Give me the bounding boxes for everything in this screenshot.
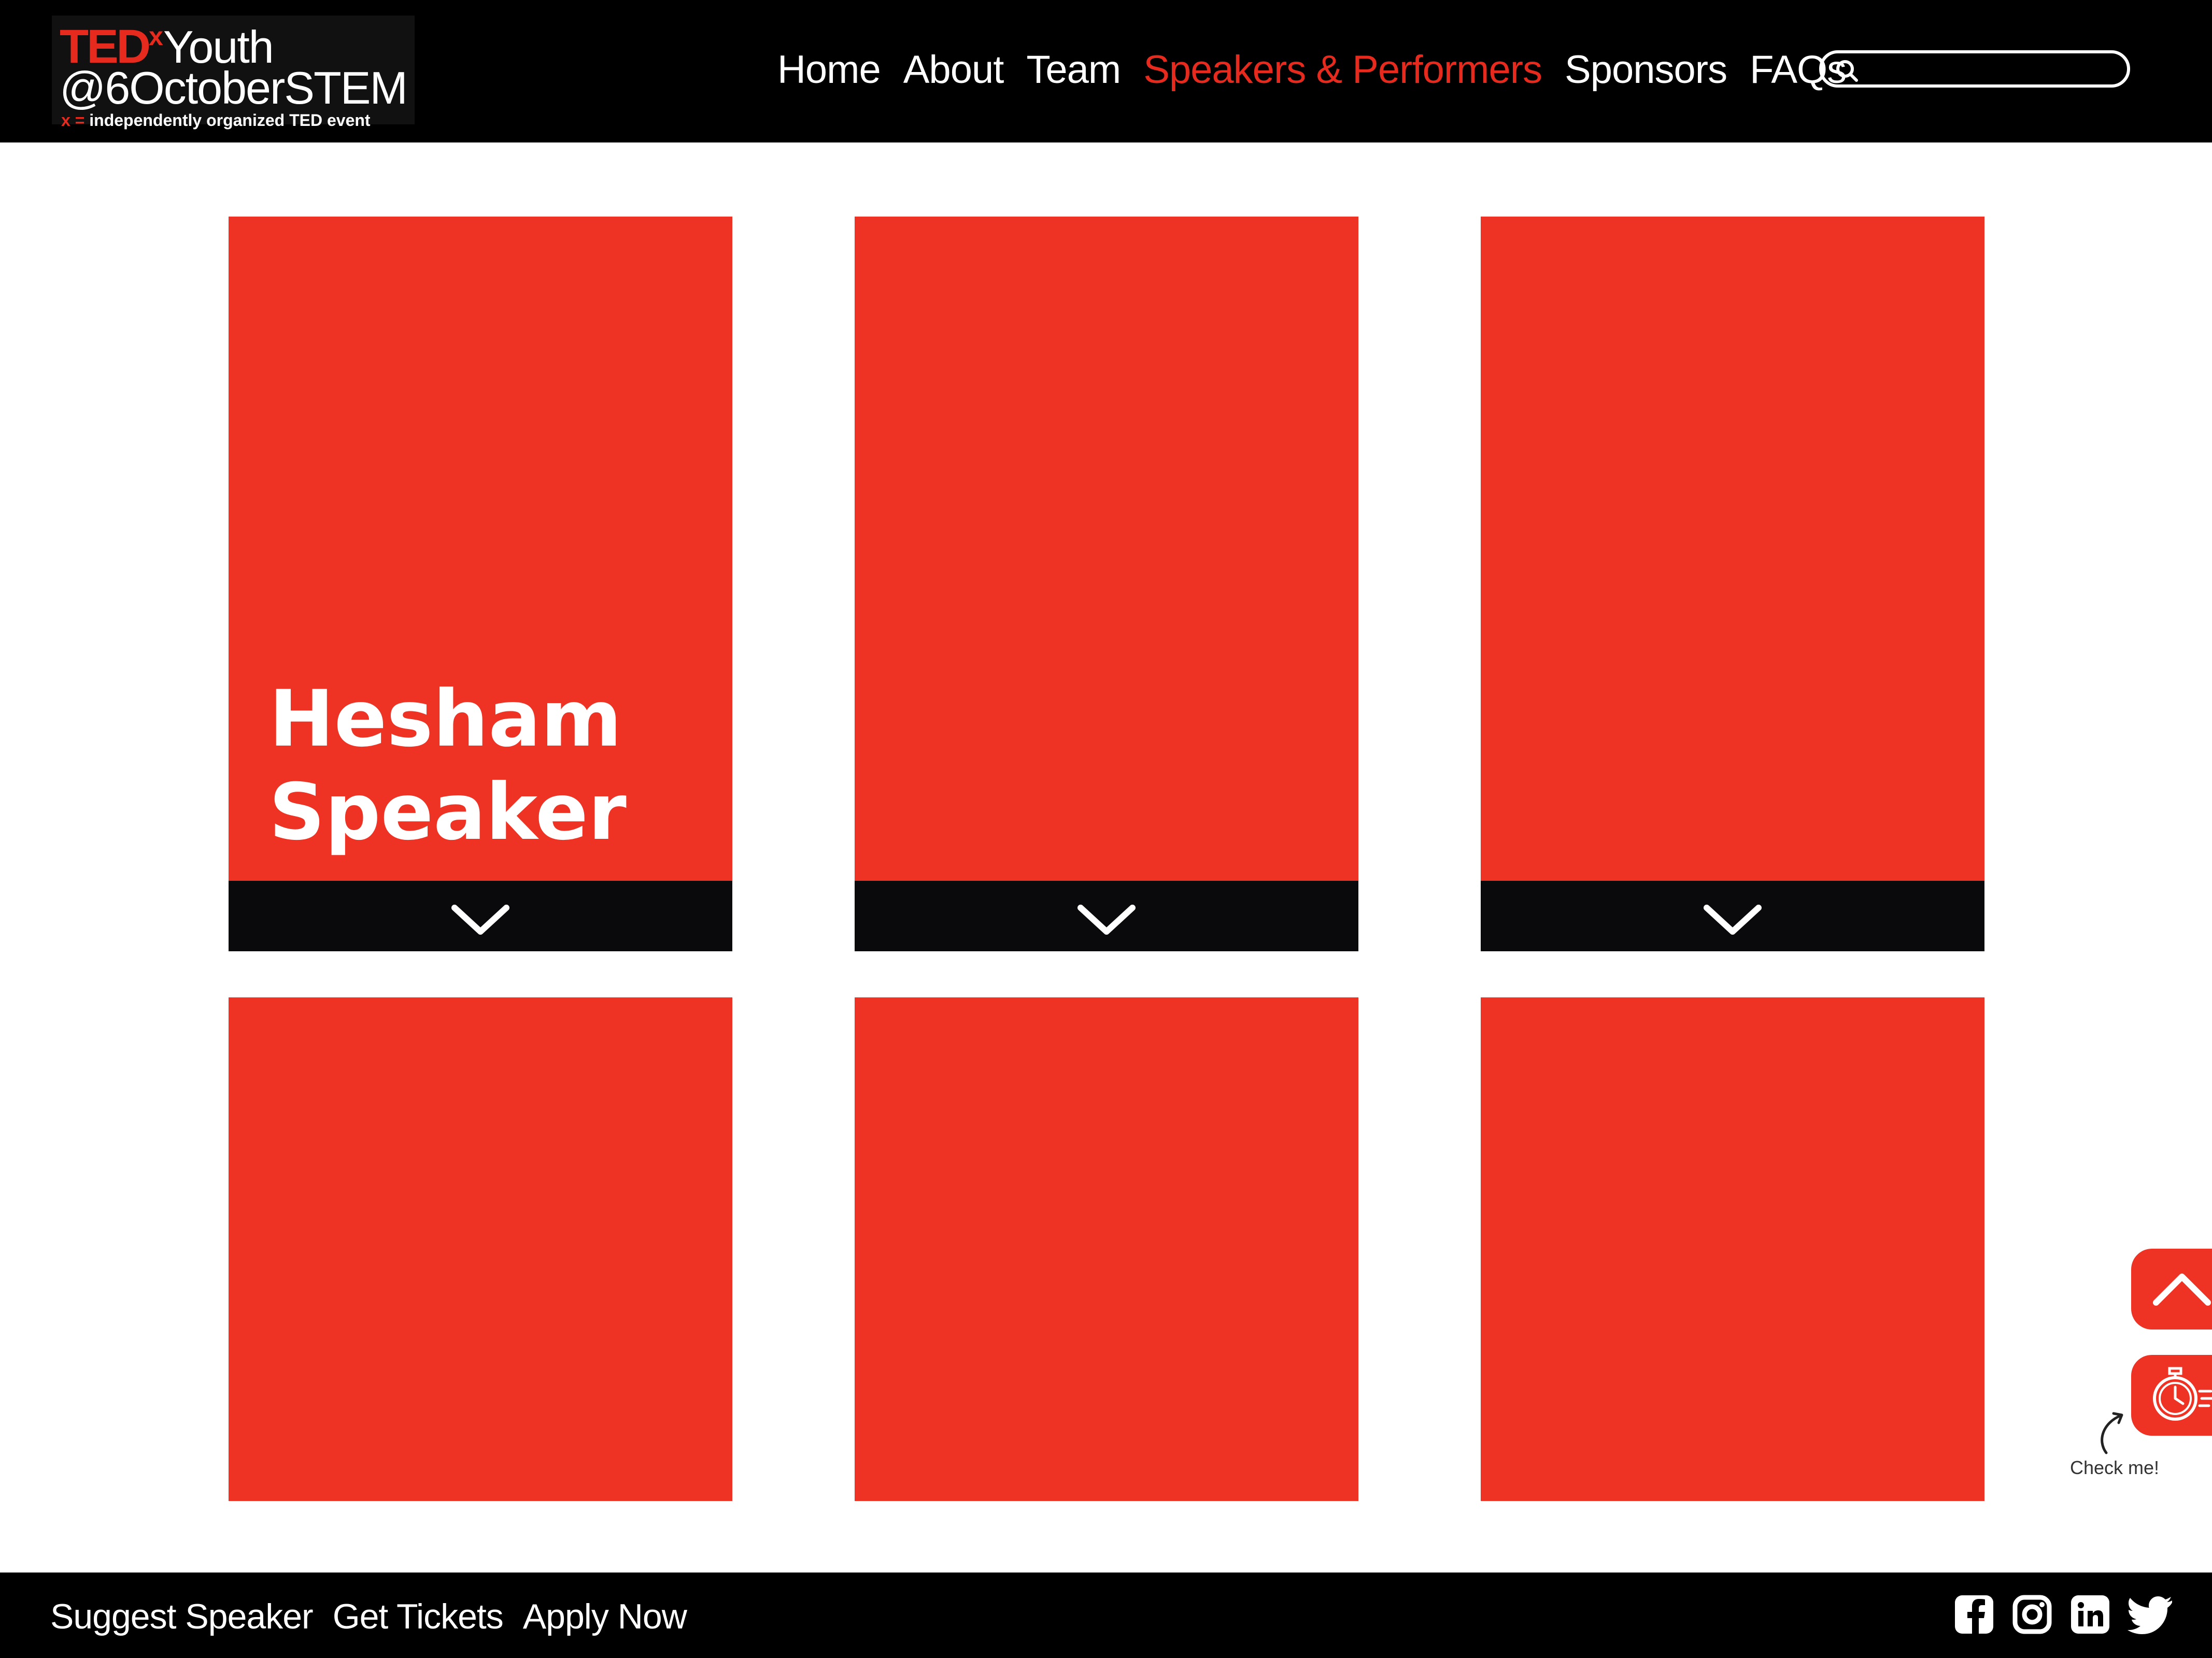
speaker-expand-bar[interactable] (229, 881, 732, 951)
speaker-card[interactable] (1481, 217, 1984, 951)
logo-tagline-x: x (61, 111, 70, 130)
speaker-name: Hesham Speaker (269, 674, 627, 857)
speaker-card[interactable] (1481, 997, 1984, 1501)
scroll-top-button[interactable] (2131, 1249, 2212, 1330)
search-box[interactable] (1819, 50, 2130, 88)
speaker-card[interactable] (229, 997, 732, 1501)
chevron-down-icon[interactable] (1701, 902, 1764, 938)
search-icon[interactable] (1833, 58, 1862, 87)
speaker-expand-bar[interactable] (855, 881, 1358, 951)
stopwatch-icon (2153, 1367, 2212, 1421)
site-header: TEDxYouth @6OctoberSTEM x = independentl… (0, 0, 2212, 142)
check-me-label: Check me! (2069, 1457, 2160, 1478)
search-input[interactable] (1869, 56, 2120, 82)
apply-now-link[interactable]: Apply Now (523, 1596, 687, 1637)
nav-speakers-performers[interactable]: Speakers & Performers (1143, 41, 1542, 98)
nav-sponsors[interactable]: Sponsors (1565, 41, 1727, 98)
chevron-down-icon[interactable] (449, 902, 512, 938)
logo-tagline: x = independently organized TED event (61, 111, 371, 130)
logo-event-name: @6OctoberSTEM (60, 62, 408, 113)
instagram-icon[interactable] (2011, 1593, 2053, 1636)
main-nav: Home About Team Speakers & Performers Sp… (777, 41, 1847, 98)
get-tickets-link[interactable]: Get Tickets (333, 1596, 504, 1637)
speaker-card[interactable] (855, 997, 1358, 1501)
logo-x-text: x (149, 22, 163, 51)
nav-team[interactable]: Team (1026, 41, 1121, 98)
facebook-icon[interactable] (1953, 1593, 1995, 1636)
twitter-icon[interactable] (2128, 1593, 2174, 1636)
suggest-speaker-link[interactable]: Suggest Speaker (50, 1596, 314, 1637)
linkedin-icon[interactable] (2069, 1593, 2111, 1636)
speaker-card[interactable]: Hesham Speaker (229, 217, 732, 951)
nav-about[interactable]: About (903, 41, 1004, 98)
speaker-card[interactable] (855, 217, 1358, 951)
site-footer: Suggest Speaker Get Tickets Apply Now (0, 1573, 2212, 1658)
chevron-down-icon[interactable] (1075, 902, 1138, 938)
countdown-timer-button[interactable] (2131, 1355, 2212, 1436)
logo-tagline-eq: = (70, 111, 90, 130)
chevron-up-icon (2153, 1274, 2211, 1306)
tedx-logo[interactable]: TEDxYouth @6OctoberSTEM x = independentl… (52, 16, 415, 130)
nav-home[interactable]: Home (777, 41, 881, 98)
curved-arrow-icon (2101, 1412, 2123, 1454)
speaker-expand-bar[interactable] (1481, 881, 1984, 951)
footer-links: Suggest Speaker Get Tickets Apply Now (50, 1593, 687, 1640)
logo-tagline-text: independently organized TED event (89, 111, 371, 130)
